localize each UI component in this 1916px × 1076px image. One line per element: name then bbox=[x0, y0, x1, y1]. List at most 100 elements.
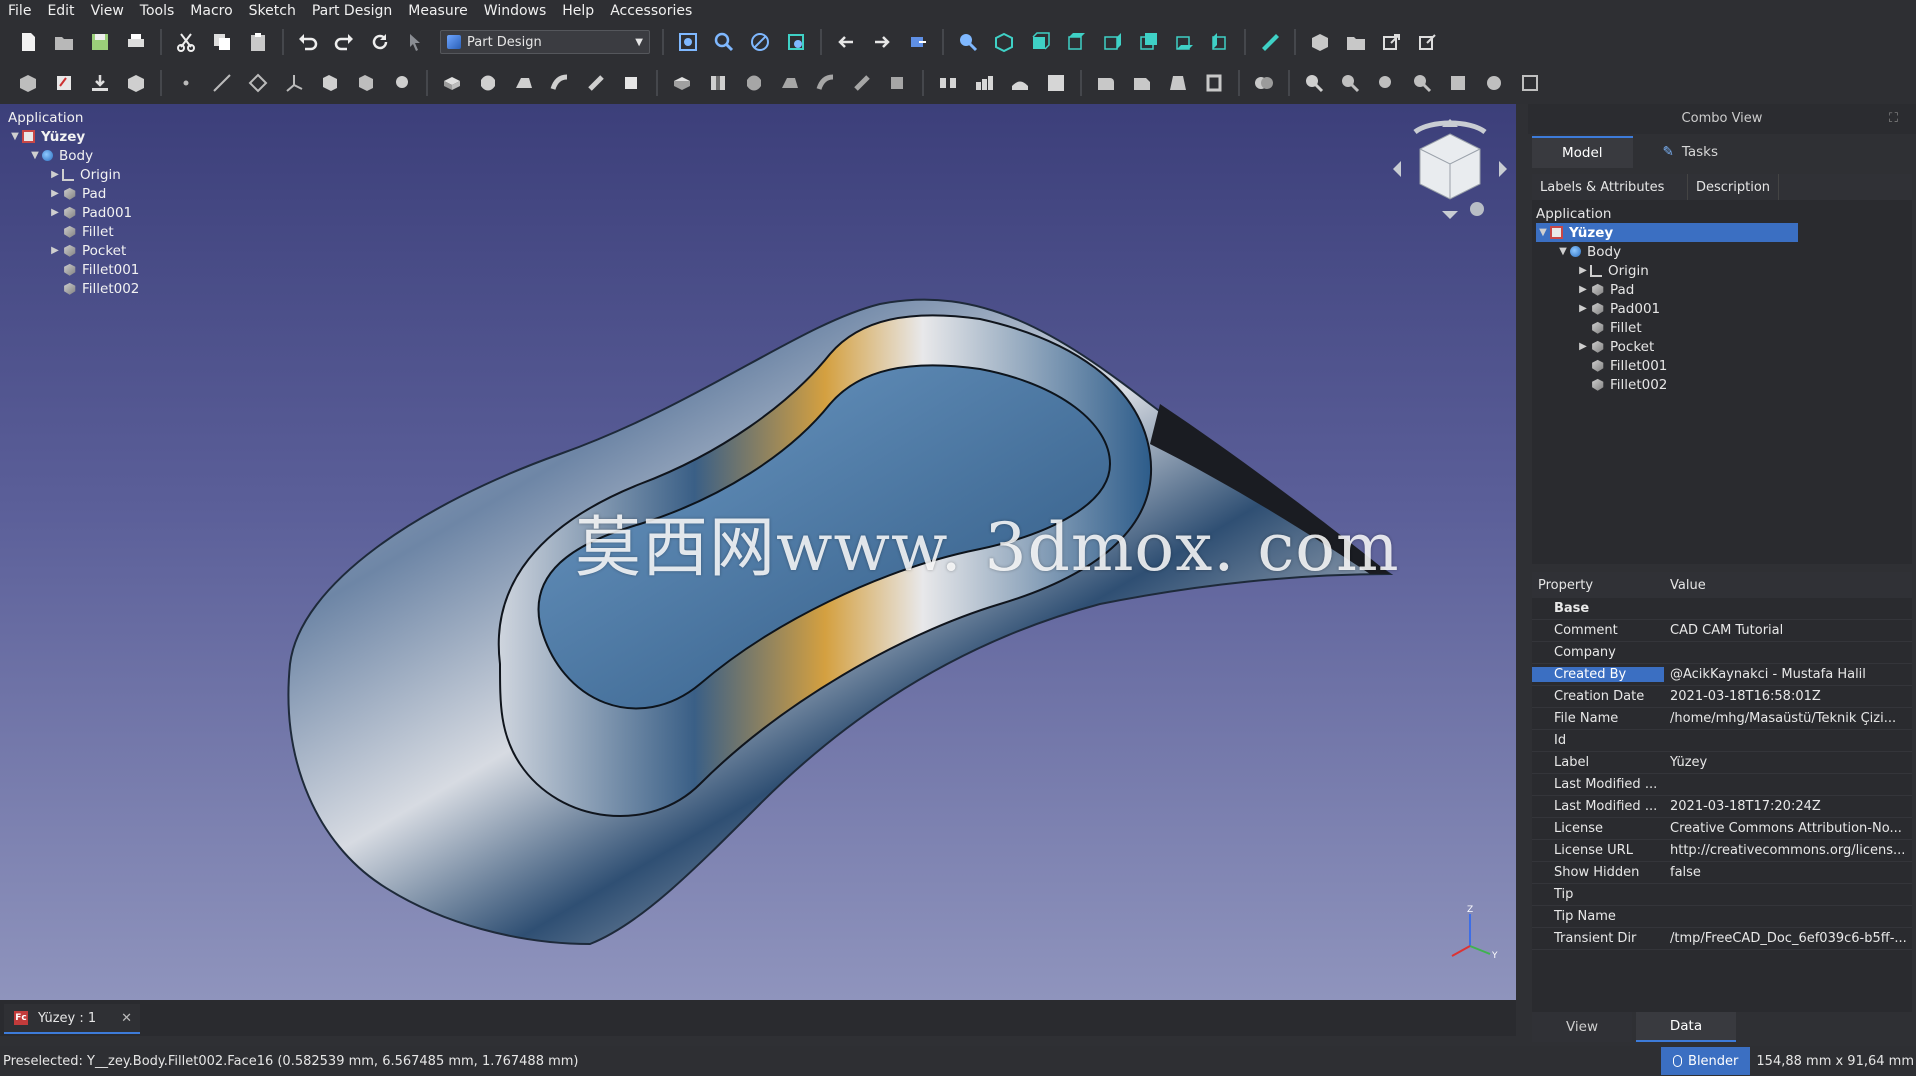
sub-shape-binder-icon[interactable] bbox=[353, 70, 379, 96]
measure-toggle-3d-icon[interactable] bbox=[1481, 70, 1507, 96]
fit-selection-icon[interactable] bbox=[711, 29, 737, 55]
chevron-right-icon[interactable]: ▶ bbox=[1576, 341, 1590, 352]
undo-icon[interactable] bbox=[295, 29, 321, 55]
measure-clear-icon[interactable] bbox=[1409, 70, 1435, 96]
property-value[interactable]: Creative Commons Attribution-No... bbox=[1664, 821, 1912, 836]
tab-model[interactable]: Model bbox=[1532, 136, 1633, 168]
measure-refresh-icon[interactable] bbox=[1373, 70, 1399, 96]
copy-icon[interactable] bbox=[209, 29, 235, 55]
fit-all-icon[interactable] bbox=[675, 29, 701, 55]
additive-helix-icon[interactable] bbox=[583, 70, 609, 96]
validate-sketch-icon[interactable] bbox=[87, 70, 113, 96]
linear-pattern-icon[interactable] bbox=[971, 70, 997, 96]
tab-tasks[interactable]: ✎ Tasks bbox=[1633, 136, 1748, 168]
back-arrow-icon[interactable] bbox=[833, 29, 859, 55]
link-actions-icon[interactable] bbox=[1415, 29, 1441, 55]
measure-icon[interactable] bbox=[1257, 29, 1283, 55]
property-row[interactable]: License Creative Commons Attribution-No..… bbox=[1532, 818, 1912, 840]
pocket-icon[interactable] bbox=[669, 70, 695, 96]
model-tree[interactable]: Labels & Attributes Description Applicat… bbox=[1532, 174, 1912, 564]
prop-col-property[interactable]: Property bbox=[1532, 572, 1664, 598]
additive-loft-icon[interactable] bbox=[511, 70, 537, 96]
navigation-style-button[interactable]: Blender bbox=[1661, 1047, 1751, 1075]
property-value[interactable]: CAD CAM Tutorial bbox=[1664, 623, 1912, 638]
menu-file[interactable]: File bbox=[0, 3, 39, 19]
chevron-right-icon[interactable]: ▶ bbox=[1576, 265, 1590, 276]
property-value[interactable]: 2021-03-18T16:58:01Z bbox=[1664, 689, 1912, 704]
menu-help[interactable]: Help bbox=[554, 3, 602, 19]
polar-pattern-icon[interactable] bbox=[1007, 70, 1033, 96]
menu-windows[interactable]: Windows bbox=[476, 3, 555, 19]
chevron-right-icon[interactable]: ▶ bbox=[1576, 284, 1590, 295]
document-tab[interactable]: Fc Yüzey : 1 ✕ bbox=[4, 1004, 140, 1034]
datum-point-icon[interactable] bbox=[173, 70, 199, 96]
link-navigate-icon[interactable] bbox=[905, 29, 931, 55]
property-row[interactable]: Comment CAD CAM Tutorial bbox=[1532, 620, 1912, 642]
hole-icon[interactable] bbox=[705, 70, 731, 96]
property-value[interactable]: 2021-03-18T17:20:24Z bbox=[1664, 799, 1912, 814]
print-icon[interactable] bbox=[123, 29, 149, 55]
property-value[interactable]: false bbox=[1664, 865, 1912, 880]
property-row[interactable]: Last Modified ... bbox=[1532, 774, 1912, 796]
draft-icon[interactable] bbox=[1165, 70, 1191, 96]
property-editor[interactable]: Property Value Base Comment CAD CAM Tutor… bbox=[1532, 572, 1912, 1012]
tree-item[interactable]: Fillet bbox=[1536, 318, 1908, 337]
bottom-view-icon[interactable] bbox=[1171, 29, 1197, 55]
draw-style-icon[interactable] bbox=[747, 29, 773, 55]
cut-icon[interactable] bbox=[173, 29, 199, 55]
property-group-row[interactable]: Base bbox=[1532, 598, 1912, 620]
float-icon[interactable]: ⛶ bbox=[1889, 104, 1898, 134]
property-row[interactable]: Tip Name bbox=[1532, 906, 1912, 928]
chevron-down-icon[interactable]: ▼ bbox=[1556, 246, 1570, 257]
shape-binder-icon[interactable] bbox=[123, 70, 149, 96]
menu-accessories[interactable]: Accessories bbox=[602, 3, 700, 19]
property-row[interactable]: Show Hidden false bbox=[1532, 862, 1912, 884]
tree-item[interactable]: ▶ Pocket bbox=[1536, 337, 1908, 356]
top-view-icon[interactable] bbox=[1063, 29, 1089, 55]
menu-tools[interactable]: Tools bbox=[132, 3, 183, 19]
make-link-icon[interactable] bbox=[1379, 29, 1405, 55]
tree-body-row[interactable]: ▼ Body bbox=[1536, 242, 1908, 261]
property-value[interactable]: http://creativecommons.org/licens... bbox=[1664, 843, 1912, 858]
close-icon[interactable]: ✕ bbox=[121, 1011, 132, 1026]
tree-item[interactable]: ▶ Pad001 bbox=[1536, 299, 1908, 318]
pad-icon[interactable] bbox=[439, 70, 465, 96]
subtractive-loft-icon[interactable] bbox=[777, 70, 803, 96]
create-group-icon[interactable] bbox=[1343, 29, 1369, 55]
left-view-icon[interactable] bbox=[1207, 29, 1233, 55]
tree-item[interactable]: ▶ Origin bbox=[1536, 261, 1908, 280]
mirrored-icon[interactable] bbox=[935, 70, 961, 96]
property-row[interactable]: Label Yüzey bbox=[1532, 752, 1912, 774]
open-folder-icon[interactable] bbox=[51, 29, 77, 55]
menu-edit[interactable]: Edit bbox=[39, 3, 82, 19]
property-value[interactable]: Yüzey bbox=[1664, 755, 1912, 770]
datum-line-icon[interactable] bbox=[209, 70, 235, 96]
additive-primitive-icon[interactable] bbox=[619, 70, 645, 96]
additive-pipe-icon[interactable] bbox=[547, 70, 573, 96]
paste-icon[interactable] bbox=[245, 29, 271, 55]
measure-toggle-delta-icon[interactable] bbox=[1517, 70, 1543, 96]
property-row[interactable]: Transient Dir/tmp/FreeCAD_Doc_6ef039c6-b… bbox=[1532, 928, 1912, 950]
menu-sketch[interactable]: Sketch bbox=[241, 3, 304, 19]
property-value[interactable]: @AcikKaynakci - Mustafa Halil bbox=[1664, 667, 1912, 682]
clone-icon[interactable] bbox=[317, 70, 343, 96]
measure-linear-icon[interactable] bbox=[1301, 70, 1327, 96]
groove-icon[interactable] bbox=[741, 70, 767, 96]
refresh-icon[interactable] bbox=[367, 29, 393, 55]
property-row[interactable]: File Name/home/mhg/Masaüstü/Teknik Çizi.… bbox=[1532, 708, 1912, 730]
chamfer-icon[interactable] bbox=[1129, 70, 1155, 96]
tree-col-labels[interactable]: Labels & Attributes bbox=[1532, 174, 1688, 200]
menu-measure[interactable]: Measure bbox=[400, 3, 476, 19]
tree-col-description[interactable]: Description bbox=[1688, 174, 1780, 200]
datum-plane-icon[interactable] bbox=[245, 70, 271, 96]
measure-angular-icon[interactable] bbox=[1337, 70, 1363, 96]
isometric-view-icon[interactable] bbox=[991, 29, 1017, 55]
whats-this-icon[interactable] bbox=[403, 29, 429, 55]
property-value[interactable]: /tmp/FreeCAD_Doc_6ef039c6-b5ff-... bbox=[1664, 931, 1912, 946]
menu-part-design[interactable]: Part Design bbox=[304, 3, 400, 19]
navigation-cube[interactable] bbox=[1385, 114, 1515, 224]
create-sketch-icon[interactable] bbox=[51, 70, 77, 96]
subtractive-primitive-icon[interactable] bbox=[885, 70, 911, 96]
right-view-icon[interactable] bbox=[1099, 29, 1125, 55]
fillet-icon[interactable] bbox=[1093, 70, 1119, 96]
